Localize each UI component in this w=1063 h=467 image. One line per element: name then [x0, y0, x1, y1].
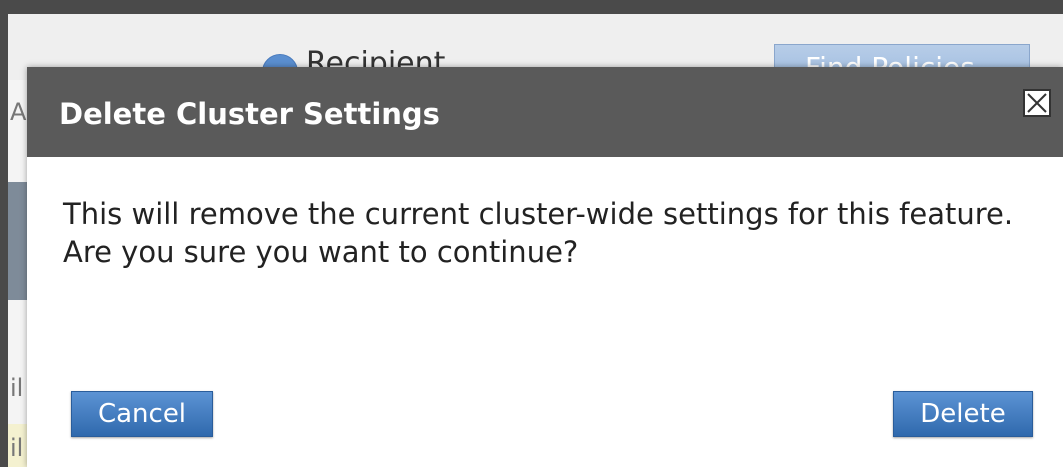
delete-button[interactable]: Delete: [893, 391, 1033, 437]
dialog-message: This will remove the current cluster-wid…: [63, 195, 1033, 271]
cancel-button[interactable]: Cancel: [71, 391, 213, 437]
dialog-header: Delete Cluster Settings: [27, 67, 1063, 157]
background-text-fragment: A: [10, 98, 27, 126]
close-icon: [1027, 93, 1047, 113]
dialog-message-line: This will remove the current cluster-wid…: [63, 197, 1014, 231]
dialog-title: Delete Cluster Settings: [59, 97, 440, 131]
close-button[interactable]: [1023, 89, 1051, 117]
background-text-fragment: il: [10, 434, 24, 462]
dialog-message-line: Are you sure you want to continue?: [63, 235, 579, 269]
delete-cluster-settings-dialog: Delete Cluster Settings This will remove…: [27, 67, 1063, 467]
background-text-fragment: il: [10, 374, 24, 402]
